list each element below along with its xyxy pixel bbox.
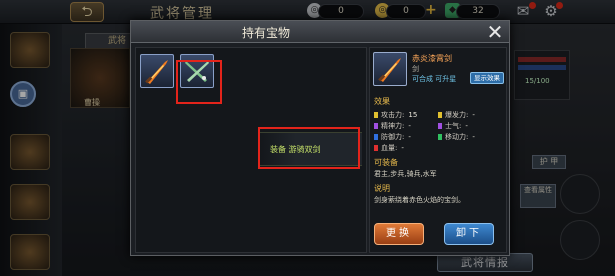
stat-dot [438, 134, 442, 140]
swap-button[interactable]: 更换 [374, 223, 424, 245]
description-title: 说明 [374, 184, 390, 193]
treasure-list: 装备 游骑双剑 [135, 47, 367, 253]
selection-highlight [258, 127, 360, 169]
stat-movement: 移动力: - [438, 132, 475, 142]
fire-sword-icon [378, 58, 401, 82]
stat-dot [438, 123, 442, 129]
equippable-title: 可装备 [374, 158, 398, 167]
item-type: 剑 [412, 65, 419, 73]
stat-dot [374, 145, 378, 151]
stat-burst: 爆发力: - [438, 110, 475, 120]
modal-title: 持有宝物 [241, 26, 290, 40]
description-text: 剑身萦绕着赤色火焰的宝剑。 [374, 196, 465, 204]
treasure-slot-fire-sword[interactable] [140, 54, 174, 88]
close-button[interactable]: ✕ [484, 21, 506, 43]
stat-defense: 防御力: - [374, 132, 411, 142]
stat-hp: 血量: - [374, 143, 404, 153]
show-effect-button[interactable]: 显示效果 [470, 72, 504, 84]
stat-attack: 攻击力: 15 [374, 110, 417, 120]
treasure-modal: 持有宝物 ✕ 装备 游骑双剑 赤炎漆霄剑 剑 可合成 可升星 显示效果 效果 攻… [130, 20, 510, 256]
fire-sword-icon [145, 60, 168, 84]
stat-morale: 士气: - [438, 121, 468, 131]
detail-item-icon [373, 52, 407, 86]
item-meta: 可合成 可升星 [412, 75, 457, 83]
effects-title: 效果 [374, 97, 390, 106]
equippable-text: 君主,步兵,骑兵,水军 [374, 170, 437, 178]
modal-header: 持有宝物 ✕ [131, 21, 509, 43]
stat-spirit: 精神力: - [374, 121, 411, 131]
stat-dot [374, 123, 378, 129]
stat-dot [438, 112, 442, 118]
stat-dot [374, 134, 378, 140]
selection-highlight [176, 60, 222, 104]
unequip-button[interactable]: 卸下 [444, 223, 494, 245]
item-name: 赤炎漆霄剑 [412, 54, 452, 63]
stat-dot [374, 112, 378, 118]
